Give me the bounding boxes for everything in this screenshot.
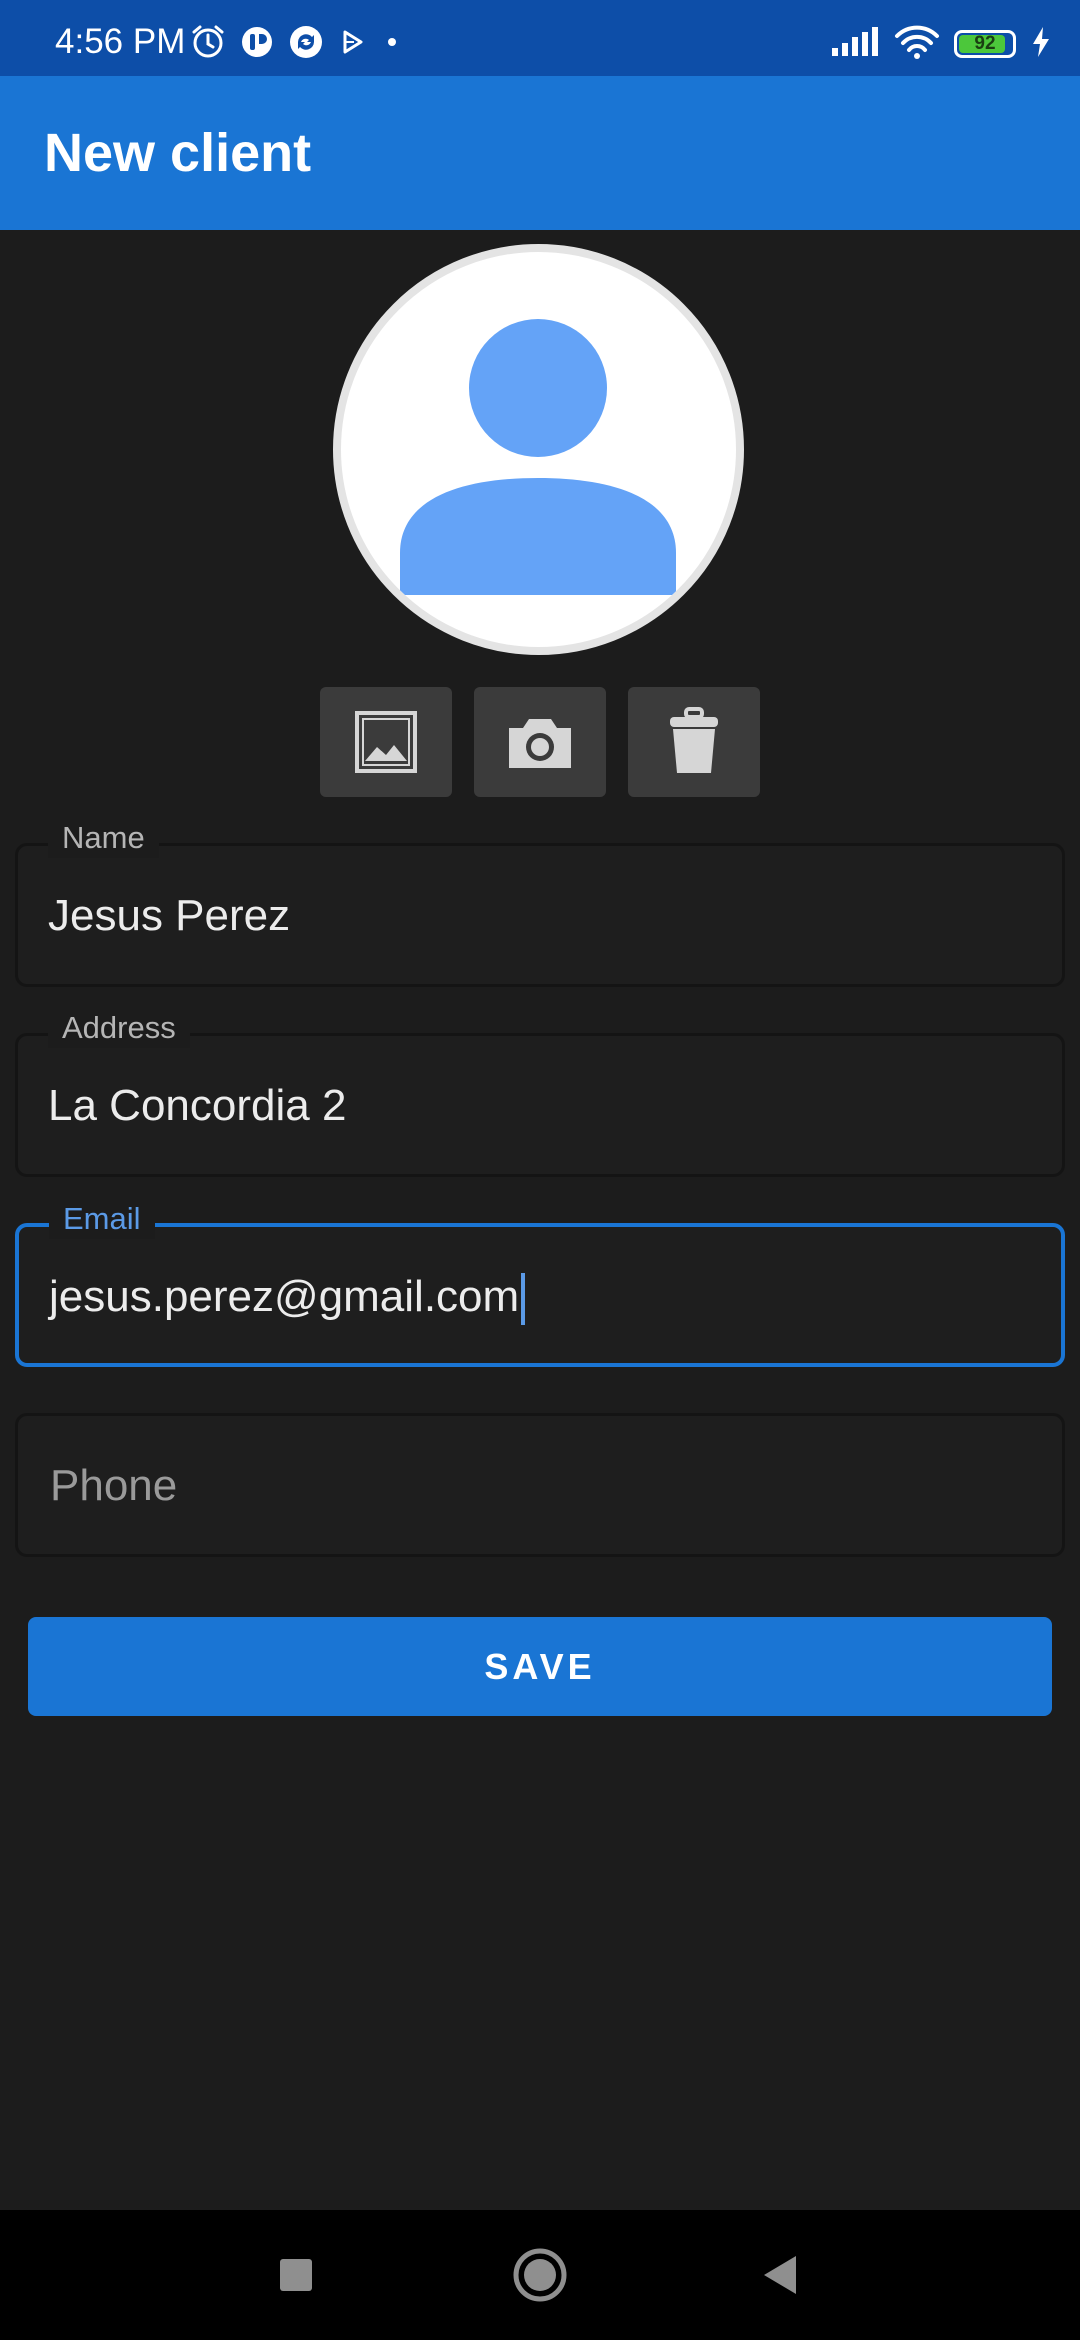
address-value[interactable]: La Concordia 2 xyxy=(48,1078,346,1134)
trash-icon xyxy=(670,707,718,773)
status-icons-left xyxy=(190,24,402,64)
alarm-icon xyxy=(190,24,226,65)
charging-icon xyxy=(1030,26,1052,63)
back-icon xyxy=(764,2256,796,2294)
name-field[interactable]: Name Jesus Perez xyxy=(15,818,1065,987)
home-icon xyxy=(513,2248,567,2302)
phone-field[interactable] xyxy=(15,1413,1065,1557)
battery-level: 92 xyxy=(974,33,996,54)
text-cursor xyxy=(521,1273,526,1326)
person-placeholder-icon xyxy=(400,319,676,595)
wifi-icon xyxy=(894,24,940,65)
recents-icon xyxy=(280,2259,312,2291)
camera-icon xyxy=(509,719,571,768)
sync-app-icon xyxy=(288,24,324,65)
status-bar: 4:56 PM 92 xyxy=(0,0,1080,76)
email-field[interactable]: Email jesus.perez@gmail.com xyxy=(15,1199,1065,1367)
photo-actions xyxy=(320,687,760,797)
dot-icon xyxy=(382,32,402,57)
phone-input[interactable] xyxy=(48,1456,1028,1516)
email-value-wrapper[interactable]: jesus.perez@gmail.com xyxy=(49,1269,526,1326)
name-label: Name xyxy=(48,818,159,858)
delete-photo-button[interactable] xyxy=(628,687,760,797)
battery-icon: 92 xyxy=(954,30,1016,58)
system-nav-bar xyxy=(0,2210,1080,2340)
play-store-icon xyxy=(338,27,368,62)
status-time: 4:56 PM xyxy=(55,22,186,61)
address-field[interactable]: Address La Concordia 2 xyxy=(15,1008,1065,1177)
app-notification-icon xyxy=(240,25,274,64)
image-icon xyxy=(355,711,417,773)
email-value[interactable]: jesus.perez@gmail.com xyxy=(49,1272,519,1321)
back-button[interactable] xyxy=(720,2210,840,2340)
home-button[interactable] xyxy=(480,2210,600,2340)
save-button[interactable]: SAVE xyxy=(28,1617,1052,1716)
email-label: Email xyxy=(49,1199,155,1239)
address-label: Address xyxy=(48,1008,190,1048)
gallery-button[interactable] xyxy=(320,687,452,797)
signal-icon xyxy=(830,26,880,63)
recents-button[interactable] xyxy=(236,2210,356,2340)
app-bar: New client xyxy=(0,76,1080,230)
page-title: New client xyxy=(44,123,312,183)
avatar[interactable] xyxy=(333,244,744,655)
name-value[interactable]: Jesus Perez xyxy=(48,888,290,944)
status-icons-right: 92 xyxy=(830,24,1052,64)
camera-button[interactable] xyxy=(474,687,606,797)
